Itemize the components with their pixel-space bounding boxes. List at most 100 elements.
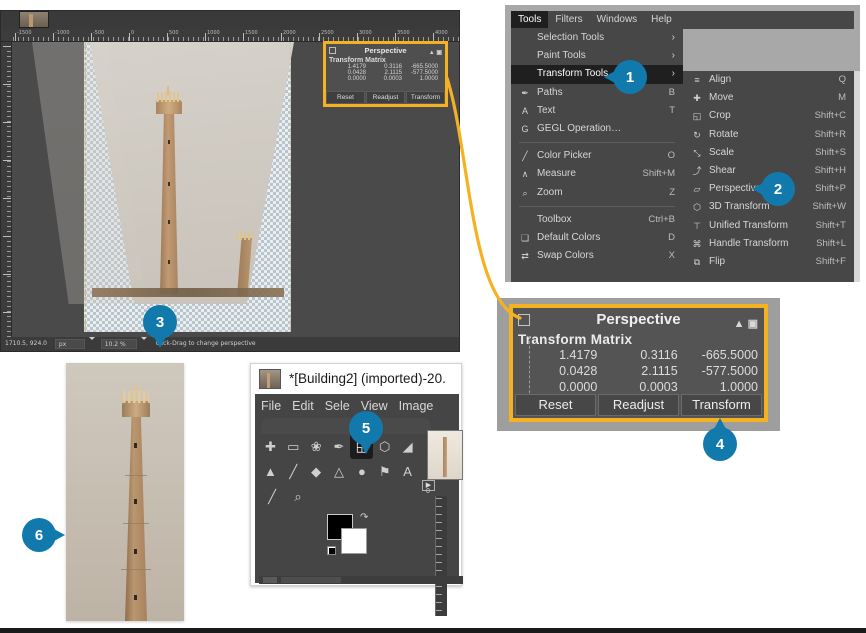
bucket-fill-icon[interactable]: ◢ <box>396 434 419 459</box>
tower-spire <box>167 86 169 95</box>
swap-colors-icon[interactable]: ↷ <box>360 512 368 523</box>
submenu-item-crop[interactable]: ◱ Crop Shift+C <box>683 107 854 125</box>
menu-item-zoom[interactable]: ⌕ Zoom Z <box>511 184 683 202</box>
transform-button[interactable]: Transform <box>681 394 762 416</box>
perspective-large-titlebar: Perspective ▲ ▣ <box>513 308 764 332</box>
gimp-right-column: ▶ 0 <box>422 430 465 616</box>
submenu-item-handle-transform[interactable]: ⌘ Handle Transform Shift+L <box>683 235 854 253</box>
menu-item-label: Color Picker <box>537 150 592 162</box>
menu-shortcut: Z <box>669 186 675 198</box>
menu-item-label: GEGL Operation… <box>537 122 622 134</box>
bottom-bar <box>0 628 866 633</box>
menubar-item-tools[interactable]: Tools <box>511 11 549 28</box>
tower-window <box>168 220 170 224</box>
path-icon: ✒ <box>521 87 529 98</box>
menu-item-gegl-operation[interactable]: G GEGL Operation… <box>511 120 683 138</box>
clone-icon[interactable]: ● <box>350 459 373 484</box>
transform-button[interactable]: Transform <box>406 91 445 104</box>
perspective-large-buttons[interactable]: Reset Readjust Transform <box>513 392 764 418</box>
tools-menu[interactable]: Selection Tools › Paint Tools › Transform To… <box>511 29 683 282</box>
perspective-icon: ▱ <box>693 184 701 195</box>
menubar-item-help[interactable]: Help <box>644 11 679 28</box>
submenu-item-move[interactable]: ✚ Move M <box>683 89 854 107</box>
menu-item-color-picker[interactable]: ╱ Color Picker O <box>511 147 683 165</box>
menu-item-default-colors[interactable]: ❑ Default Colors D <box>511 229 683 247</box>
menu-item-label: Transform Tools <box>537 68 609 80</box>
tower-crown <box>157 92 181 102</box>
menu-item-measure[interactable]: ∧ Measure Shift+M <box>511 165 683 183</box>
perspective-dialog-small[interactable]: Perspective ▲ ▣ Transform Matrix 1.4179 0… <box>323 41 448 107</box>
submenu-item-rotate[interactable]: ↻ Rotate Shift+R <box>683 126 854 144</box>
perspective-small-buttons[interactable]: Reset Readjust Transform <box>326 91 445 104</box>
menu-item-swap-colors[interactable]: ⇄ Swap Colors X <box>511 247 683 265</box>
perspective-small-window-buttons[interactable]: ▲ ▣ <box>429 47 442 60</box>
scale-icon: ⤡ <box>693 147 701 158</box>
menubar-item-filters[interactable]: Filters <box>548 11 589 28</box>
background-color-swatch[interactable] <box>341 528 367 554</box>
unit-selector[interactable]: px <box>54 339 85 349</box>
submenu-item-unified-transform[interactable]: ⊤ Unified Transform Shift+T <box>683 217 854 235</box>
tools-menu-panel: Tools Filters Windows Help Selection Tools ›… <box>505 5 860 282</box>
gimp-vertical-ruler[interactable] <box>435 496 447 616</box>
toolbox-grid[interactable]: ✚▭❀✒◱⬡◢▲╱◆△●⚑A╱⌕ <box>259 434 419 509</box>
submenu-item-scale[interactable]: ⤡ Scale Shift+S <box>683 144 854 162</box>
menu-item-paint-tools[interactable]: Paint Tools › <box>511 47 683 65</box>
menu-separator <box>519 205 675 207</box>
path-icon[interactable]: ✒ <box>328 434 351 459</box>
ruler-label: 0 <box>131 30 135 36</box>
submenu-item-label: Crop <box>709 110 731 122</box>
photo-tower-window <box>134 595 137 600</box>
eraser-icon[interactable]: ◆ <box>305 459 328 484</box>
menu-item-toolbox[interactable]: Toolbox Ctrl+B <box>511 211 683 229</box>
reset-button[interactable]: Reset <box>326 91 365 104</box>
magnifier-icon[interactable]: ⌕ <box>285 484 311 509</box>
menu-item-label: Selection Tools <box>537 32 605 43</box>
photo-tower-window <box>134 549 137 554</box>
tower-window <box>168 260 170 264</box>
menu-item-transform-tools[interactable]: Transform Tools › <box>511 65 683 84</box>
gimp-menu-file[interactable]: File <box>261 399 281 413</box>
ink-icon[interactable]: ⚑ <box>373 459 396 484</box>
readjust-button[interactable]: Readjust <box>598 394 679 416</box>
perspective-dialog-large[interactable]: Perspective ▲ ▣ Transform Matrix 1.4179 0… <box>497 298 780 431</box>
pencil-icon[interactable]: ╱ <box>259 484 285 509</box>
submenu-item-label: Scale <box>709 146 735 158</box>
free-select-icon[interactable]: ❀ <box>305 434 328 459</box>
paintbrush-icon[interactable]: ╱ <box>282 459 305 484</box>
chevron-down-icon[interactable] <box>140 337 147 340</box>
gimp-menu-bar[interactable]: File Edit Sele View Image <box>255 394 459 413</box>
menu-item-paths[interactable]: ✒ Paths B <box>511 84 683 102</box>
menu-item-text[interactable]: A Text T <box>511 102 683 120</box>
submenu-item-align[interactable]: ≡ Align Q <box>683 71 854 89</box>
screenshot-root: -1500 -1000 -500 0 500 1000 1500 2000 2500 3000 35… <box>0 0 866 633</box>
text-icon[interactable]: A <box>396 459 419 484</box>
align-icon: ≡ <box>694 75 700 85</box>
bucket-icon[interactable]: ▲ <box>259 459 282 484</box>
chevron-down-icon[interactable] <box>88 337 95 340</box>
move-icon: ✚ <box>693 93 701 104</box>
vertical-ruler[interactable] <box>1 42 12 342</box>
footer-button[interactable] <box>263 577 277 583</box>
color-swatches[interactable]: ↷ <box>327 512 387 564</box>
unified-transform-icon: ⊤ <box>693 220 701 231</box>
gimp-menu-edit[interactable]: Edit <box>292 399 314 413</box>
gegl-icon: G <box>521 123 529 134</box>
reset-button[interactable]: Reset <box>515 394 596 416</box>
rect-select-icon[interactable]: ▭ <box>282 434 305 459</box>
menu-item-selection-tools[interactable]: Selection Tools › <box>511 29 683 47</box>
move-icon[interactable]: ✚ <box>259 434 282 459</box>
menubar-item-windows[interactable]: Windows <box>590 11 645 28</box>
perspective-large-window-buttons[interactable]: ▲ ▣ <box>734 312 758 336</box>
smudge-icon[interactable]: △ <box>328 459 351 484</box>
tower-window <box>168 140 170 144</box>
zoom-level[interactable]: 10.2 % <box>100 339 137 349</box>
photo-tower-cap <box>122 401 150 417</box>
submenu-item-flip[interactable]: ⧉ Flip Shift+F <box>683 253 854 271</box>
matrix-cell: -665.5000 <box>701 348 758 362</box>
gimp-menu-image[interactable]: Image <box>399 399 434 413</box>
menu-shortcut: M <box>838 92 846 104</box>
toolbox-row: ╱ ⌕ <box>259 484 419 509</box>
readjust-button[interactable]: Readjust <box>366 91 405 104</box>
gimp-menu-sele[interactable]: Sele <box>325 399 350 413</box>
menu-bar[interactable]: Tools Filters Windows Help <box>511 11 854 29</box>
